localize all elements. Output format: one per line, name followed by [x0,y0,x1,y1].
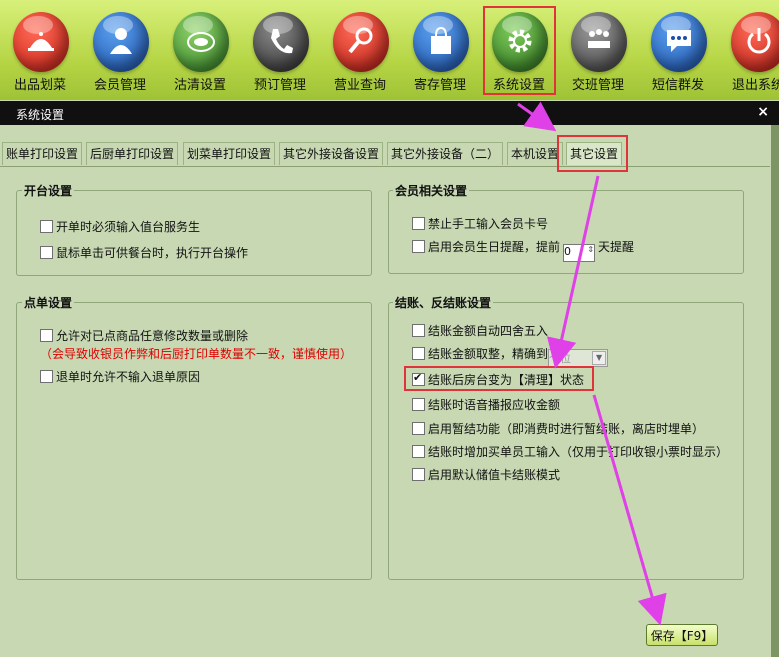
settings-tabs: 账单打印设置 后厨单打印设置 划菜单打印设置 其它外接设备设置 其它外接设备（二… [0,142,779,166]
checkbox[interactable] [412,240,425,253]
option-label-suffix: 天提醒 [598,240,635,254]
warning-text: （会导致收银员作弊和后厨打印单数量不一致，谨慎使用） [40,347,353,361]
stepper-value: 0 [564,245,572,258]
toolbar-item-soldout[interactable]: 沽清设置 [160,0,240,100]
toolbar-item-booking[interactable]: 预订管理 [240,0,320,100]
highlight-clean-option [404,366,594,391]
option-no-refund-reason[interactable]: 退单时允许不输入退单原因 [40,368,200,385]
save-button[interactable]: 保存【F9】 [646,624,718,646]
option-label: 开单时必须输入值台服务生 [56,220,201,234]
group-title: 会员相关设置 [393,182,470,199]
tab-dish-print[interactable]: 划菜单打印设置 [183,142,276,165]
tab-bill-print[interactable]: 账单打印设置 [2,142,83,165]
checkbox[interactable] [40,246,53,259]
group-title: 点单设置 [22,294,75,311]
option-no-manual-card[interactable]: 禁止手工输入会员卡号 [412,215,548,232]
checkbox[interactable] [412,422,425,435]
checkbox[interactable] [40,329,53,342]
toolbar-item-dish-out[interactable]: 出品划菜 [0,0,80,100]
option-label: 禁止手工输入会员卡号 [428,217,549,231]
toolbar-item-shift[interactable]: 交班管理 [558,0,638,100]
checkbox[interactable] [40,220,53,233]
tab-divider [0,166,770,167]
toolbar-label: 交班管理 [571,78,624,93]
option-voice-amount[interactable]: 结账时语音播报应收金额 [412,396,560,413]
plate-icon [173,12,229,72]
toolbar-item-storage[interactable]: 寄存管理 [400,0,480,100]
main-toolbar: 出品划菜 会员管理 沽清设置 预订管理 营业查询 寄存管理 系统设置 交班管理 … [0,0,779,100]
toolbar-label: 沽清设置 [173,78,226,93]
tab-external-devices-2[interactable]: 其它外接设备（二） [387,142,504,165]
option-birthday-reminder[interactable]: 启用会员生日提醒，提前 0 ⇕ 天提醒 [412,238,634,262]
highlight-system-settings [483,6,556,95]
option-temp-checkout[interactable]: 启用暂结功能（即消费时进行暂结账，离店时埋单） [412,420,704,437]
checkbox[interactable] [412,398,425,411]
group-title: 开台设置 [22,182,75,199]
toolbar-label: 营业查询 [333,78,386,93]
tab-kitchen-print[interactable]: 后厨单打印设置 [86,142,179,165]
option-label: 结账时增加买单员工输入（仅用于打印收银小票时显示） [428,445,729,459]
option-default-stored-card[interactable]: 启用默认储值卡结账模式 [412,466,560,483]
phone-icon [253,12,309,72]
toolbar-item-query[interactable]: 营业查询 [320,0,400,100]
option-label: 退单时允许不输入退单原因 [56,370,201,384]
magnifier-icon [333,12,389,72]
option-allow-modify-items[interactable]: 允许对已点商品任意修改数量或删除 [40,327,248,344]
bag-icon [413,12,469,72]
option-label: 启用会员生日提醒，提前 [428,240,561,254]
option-auto-round[interactable]: 结账金额自动四舍五入 [412,322,548,339]
tab-external-devices[interactable]: 其它外接设备设置 [279,142,384,165]
power-icon [731,12,779,72]
toolbar-item-member[interactable]: 会员管理 [80,0,160,100]
option-label: 允许对已点商品任意修改数量或删除 [56,329,249,343]
window-title: 系统设置 [16,108,65,122]
window-edge [771,125,779,657]
meeting-icon [571,12,627,72]
option-label: 鼠标单击可供餐台时，执行开台操作 [56,246,249,260]
sms-icon [651,12,707,72]
tab-local-settings[interactable]: 本机设置 [507,142,564,165]
highlight-other-settings-tab [557,135,628,172]
toolbar-label: 短信群发 [651,78,704,93]
checkbox[interactable] [412,468,425,481]
precision-select[interactable]: 个位 ▼ [548,349,609,367]
group-checkout [388,302,744,580]
option-label: 启用默认储值卡结账模式 [428,468,561,482]
checkbox[interactable] [412,347,425,360]
window-titlebar: 系统设置 × [0,101,779,125]
cloche-icon [13,12,69,72]
person-icon [93,12,149,72]
stepper-arrows-icon[interactable]: ⇕ [587,245,594,254]
toolbar-label: 退出系统 [731,78,779,93]
toolbar-item-sms[interactable]: 短信群发 [638,0,718,100]
checkbox[interactable] [412,445,425,458]
toolbar-label: 出品划菜 [13,78,66,93]
option-integer-amount[interactable]: 结账金额取整，精确到个位 ▼ [412,345,609,367]
option-click-open-table[interactable]: 鼠标单击可供餐台时，执行开台操作 [40,244,248,261]
toolbar-label: 寄存管理 [413,78,466,93]
checkbox[interactable] [412,324,425,337]
checkbox[interactable] [412,217,425,230]
option-require-waiter[interactable]: 开单时必须输入值台服务生 [40,218,200,235]
close-icon[interactable]: × [757,104,769,120]
option-label: 结账金额自动四舍五入 [428,324,549,338]
option-label: 结账金额取整，精确到 [428,347,549,361]
toolbar-label: 会员管理 [93,78,146,93]
precision-value: 个位 [549,352,572,365]
days-stepper[interactable]: 0 ⇕ [563,244,596,262]
option-payer-input[interactable]: 结账时增加买单员工输入（仅用于打印收银小票时显示） [412,443,728,460]
chevron-down-icon[interactable]: ▼ [592,351,607,365]
option-label: 结账时语音播报应收金额 [428,398,561,412]
toolbar-label: 预订管理 [253,78,306,93]
toolbar-item-exit[interactable]: 退出系统 [718,0,779,100]
checkbox[interactable] [40,370,53,383]
option-label: 启用暂结功能（即消费时进行暂结账，离店时埋单） [428,422,705,436]
group-title: 结账、反结账设置 [393,294,494,311]
